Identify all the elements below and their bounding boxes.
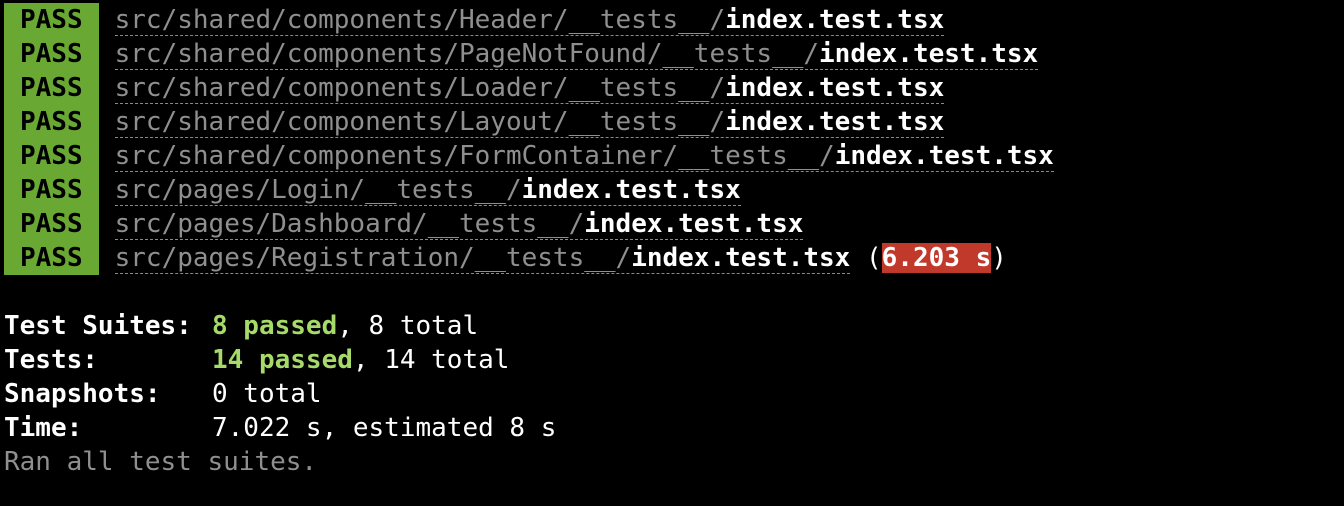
test-result-row: PASS src/pages/Registration/__tests__/ind…: [4, 241, 1007, 275]
test-dir: src/shared/components/Loader/__tests__/: [114, 73, 726, 103]
test-dir: src/shared/components/Header/__tests__/: [114, 5, 726, 35]
summary-label: Time:: [4, 413, 83, 443]
footer-message: Ran all test suites.: [4, 447, 318, 477]
summary-snapshots: Snapshots: 0 total: [4, 377, 322, 411]
pass-badge: PASS: [4, 241, 99, 275]
test-file: index.test.tsx: [834, 141, 1054, 171]
summary-label: Tests:: [4, 345, 98, 375]
summary-suites: Test Suites: 8 passed, 8 total: [4, 309, 478, 343]
time-value: 7.022 s, estimated 8 s: [212, 413, 557, 443]
test-file: index.test.tsx: [631, 243, 851, 273]
test-result-row: PASS src/shared/components/FormContainer/…: [4, 139, 1054, 173]
test-file-path: src/shared/components/Loader/__tests__/i…: [114, 73, 945, 104]
test-file: index.test.tsx: [725, 5, 945, 35]
test-dir: src/shared/components/PageNotFound/__tes…: [114, 39, 820, 69]
test-dir: src/shared/components/FormContainer/__te…: [114, 141, 835, 171]
test-dir: src/pages/Login/__tests__/: [114, 175, 522, 205]
slow-duration-wrapper: (6.203 s): [850, 243, 1007, 273]
pass-badge: PASS: [4, 139, 99, 173]
test-file: index.test.tsx: [819, 39, 1039, 69]
summary-time: Time: 7.022 s, estimated 8 s: [4, 411, 556, 445]
pass-badge: PASS: [4, 37, 99, 71]
pass-badge: PASS: [4, 207, 99, 241]
test-dir: src/pages/Registration/__tests__/: [114, 243, 632, 273]
test-file-path: src/shared/components/FormContainer/__te…: [114, 141, 1054, 172]
summary-label: Snapshots:: [4, 379, 161, 409]
test-dir: src/shared/components/Layout/__tests__/: [114, 107, 726, 137]
test-file-path: src/pages/Login/__tests__/index.test.tsx: [114, 175, 741, 206]
test-file-path: src/pages/Dashboard/__tests__/index.test…: [114, 209, 804, 240]
summary-tests: Tests: 14 passed, 14 total: [4, 343, 509, 377]
pass-badge: PASS: [4, 105, 99, 139]
test-result-row: PASS src/pages/Dashboard/__tests__/index.…: [4, 207, 804, 241]
slow-test-duration: 6.203 s: [881, 243, 992, 273]
test-file: index.test.tsx: [725, 107, 945, 137]
passed-count: 14 passed: [212, 345, 353, 375]
passed-count: 8 passed: [212, 311, 338, 341]
pass-badge: PASS: [4, 71, 99, 105]
total-count: , 14 total: [352, 345, 510, 375]
pass-badge: PASS: [4, 173, 99, 207]
terminal-output: PASS src/shared/components/Header/__tests…: [0, 0, 1344, 506]
pass-badge: PASS: [4, 3, 99, 37]
test-result-row: PASS src/shared/components/Loader/__tests…: [4, 71, 945, 105]
summary-label: Test Suites:: [4, 311, 192, 341]
test-file: index.test.tsx: [521, 175, 741, 205]
test-file-path: src/pages/Registration/__tests__/index.t…: [114, 243, 851, 274]
test-file-path: src/shared/components/PageNotFound/__tes…: [114, 39, 1039, 70]
snapshots-value: 0 total: [212, 379, 322, 409]
test-file-path: src/shared/components/Layout/__tests__/i…: [114, 107, 945, 138]
test-dir: src/pages/Dashboard/__tests__/: [114, 209, 585, 239]
total-count: , 8 total: [337, 311, 479, 341]
test-result-row: PASS src/shared/components/Header/__tests…: [4, 3, 945, 37]
test-file-path: src/shared/components/Header/__tests__/i…: [114, 5, 945, 36]
test-file: index.test.tsx: [584, 209, 804, 239]
test-file: index.test.tsx: [725, 73, 945, 103]
test-result-row: PASS src/shared/components/Layout/__tests…: [4, 105, 945, 139]
test-result-row: PASS src/pages/Login/__tests__/index.test…: [4, 173, 741, 207]
test-result-row: PASS src/shared/components/PageNotFound/_…: [4, 37, 1039, 71]
